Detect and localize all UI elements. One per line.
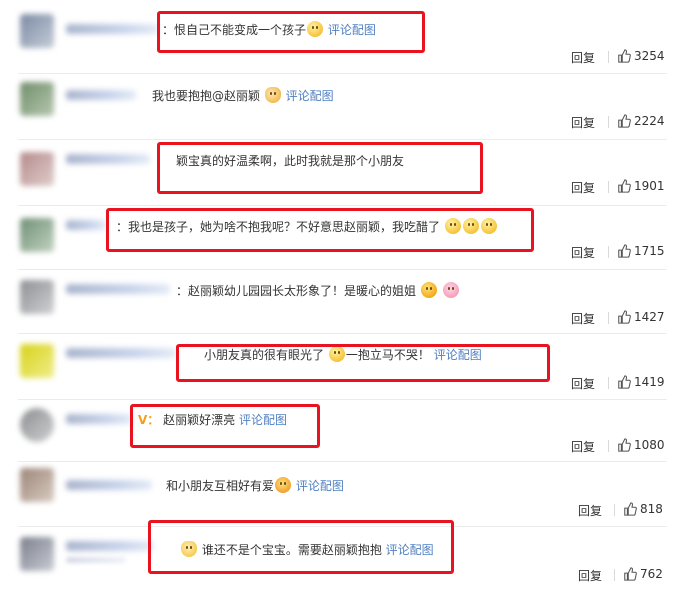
avatar[interactable] <box>20 408 54 442</box>
username-blurred[interactable] <box>66 348 176 358</box>
reply-button[interactable]: 回复 <box>571 179 595 196</box>
comment-item: 小朋友真的很有眼光了 一抱立马不哭！ 评论配图 回复 1419 <box>0 334 683 400</box>
red-highlight-box <box>148 520 454 574</box>
thumbs-up-icon <box>624 567 637 581</box>
divider-line <box>614 569 615 581</box>
thumbs-up-icon <box>618 375 631 389</box>
like-button[interactable]: 1427 <box>617 310 665 324</box>
username-blurred[interactable] <box>66 220 106 230</box>
reply-button[interactable]: 回复 <box>578 567 602 584</box>
avatar[interactable] <box>20 280 54 314</box>
like-button[interactable]: 1080 <box>617 438 665 452</box>
like-count: 762 <box>640 567 663 581</box>
avatar[interactable] <box>20 344 54 378</box>
username-blurred[interactable] <box>66 284 170 294</box>
like-count: 1715 <box>634 244 665 258</box>
red-highlight-box <box>157 11 425 53</box>
divider-line <box>608 440 609 452</box>
like-count: 1080 <box>634 438 665 452</box>
comment-item: ：恨自己不能变成一个孩子 评论配图 回复 3254 <box>0 0 683 70</box>
comment-item: V： 赵丽颖好漂亮 评论配图 回复 1080 <box>0 400 683 462</box>
pig-emoji <box>442 282 459 298</box>
like-count: 1419 <box>634 375 665 389</box>
like-count: 3254 <box>634 49 665 63</box>
like-button[interactable]: 818 <box>623 502 663 516</box>
comment-text: 和小朋友互相好有爱 评论配图 <box>166 477 344 493</box>
username-blurred[interactable] <box>66 90 136 100</box>
divider-line <box>608 181 609 193</box>
username-blurred[interactable] <box>66 541 154 551</box>
avatar[interactable] <box>20 468 54 502</box>
reply-button[interactable]: 回复 <box>571 438 595 455</box>
reply-button[interactable]: 回复 <box>571 375 595 392</box>
like-count: 818 <box>640 502 663 516</box>
reply-button[interactable]: 回复 <box>571 244 595 261</box>
red-highlight-box <box>106 208 534 252</box>
avatar[interactable] <box>20 537 54 571</box>
red-highlight-box <box>176 344 550 382</box>
like-button[interactable]: 3254 <box>617 49 665 63</box>
divider-line <box>608 51 609 63</box>
like-button[interactable]: 1715 <box>617 244 665 258</box>
divider-line <box>608 377 609 389</box>
comment-text: 我也要抱抱@赵丽颖 评论配图 <box>152 87 334 103</box>
thumbs-up-icon <box>624 502 637 516</box>
cat-emoji <box>264 87 281 103</box>
reply-button[interactable]: 回复 <box>578 502 602 519</box>
comment-item: ：赵丽颖幼儿园园长太形象了！是暖心的姐姐 回复 1427 <box>0 270 683 334</box>
thumbs-up-icon <box>618 49 631 63</box>
red-highlight-box <box>157 142 483 194</box>
like-count: 2224 <box>634 114 665 128</box>
comment-item: 我也要抱抱@赵丽颖 评论配图 回复 2224 <box>0 74 683 140</box>
comment-image-link[interactable]: 评论配图 <box>286 89 334 103</box>
like-button[interactable]: 2224 <box>617 114 665 128</box>
comment-item: 颖宝真的好温柔啊，此时我就是那个小朋友 回复 1901 <box>0 140 683 206</box>
thumbs-up-icon <box>618 438 631 452</box>
username-blurred[interactable] <box>66 414 132 424</box>
like-count: 1427 <box>634 310 665 324</box>
reply-button[interactable]: 回复 <box>571 49 595 66</box>
username-blurred[interactable] <box>66 480 152 490</box>
divider-line <box>614 504 615 516</box>
avatar[interactable] <box>20 82 54 116</box>
username-blurred[interactable] <box>66 154 150 164</box>
laugh-emoji <box>420 282 437 298</box>
thumbs-up-icon <box>618 310 631 324</box>
reply-button[interactable]: 回复 <box>571 114 595 131</box>
divider-line <box>608 116 609 128</box>
thumbs-up-icon <box>618 244 631 258</box>
username-blurred <box>66 557 126 563</box>
avatar[interactable] <box>20 14 54 48</box>
comment-item: 谁还不是个宝宝。需要赵丽颖抱抱 评论配图 回复 762 <box>0 520 683 589</box>
comment-image-link[interactable]: 评论配图 <box>296 479 344 493</box>
username-blurred[interactable] <box>66 24 158 34</box>
thumbs-up-icon <box>618 114 631 128</box>
like-button[interactable]: 762 <box>623 567 663 581</box>
comment-item: 和小朋友互相好有爱 评论配图 回复 818 <box>0 462 683 526</box>
comment-item: ：我也是孩子，她为啥不抱我呢？不好意思赵丽颖，我吃醋了 回复 1715 <box>0 206 683 270</box>
thumbs-up-icon <box>618 179 631 193</box>
avatar[interactable] <box>20 152 54 186</box>
like-button[interactable]: 1901 <box>617 179 665 193</box>
like-button[interactable]: 1419 <box>617 375 665 389</box>
avatar[interactable] <box>20 218 54 252</box>
divider-line <box>608 312 609 324</box>
red-highlight-box <box>130 404 320 448</box>
like-count: 1901 <box>634 179 665 193</box>
hug-emoji <box>275 477 292 493</box>
reply-button[interactable]: 回复 <box>571 310 595 327</box>
comment-text: ：赵丽颖幼儿园园长太形象了！是暖心的姐姐 <box>176 282 460 300</box>
divider-line <box>608 246 609 258</box>
